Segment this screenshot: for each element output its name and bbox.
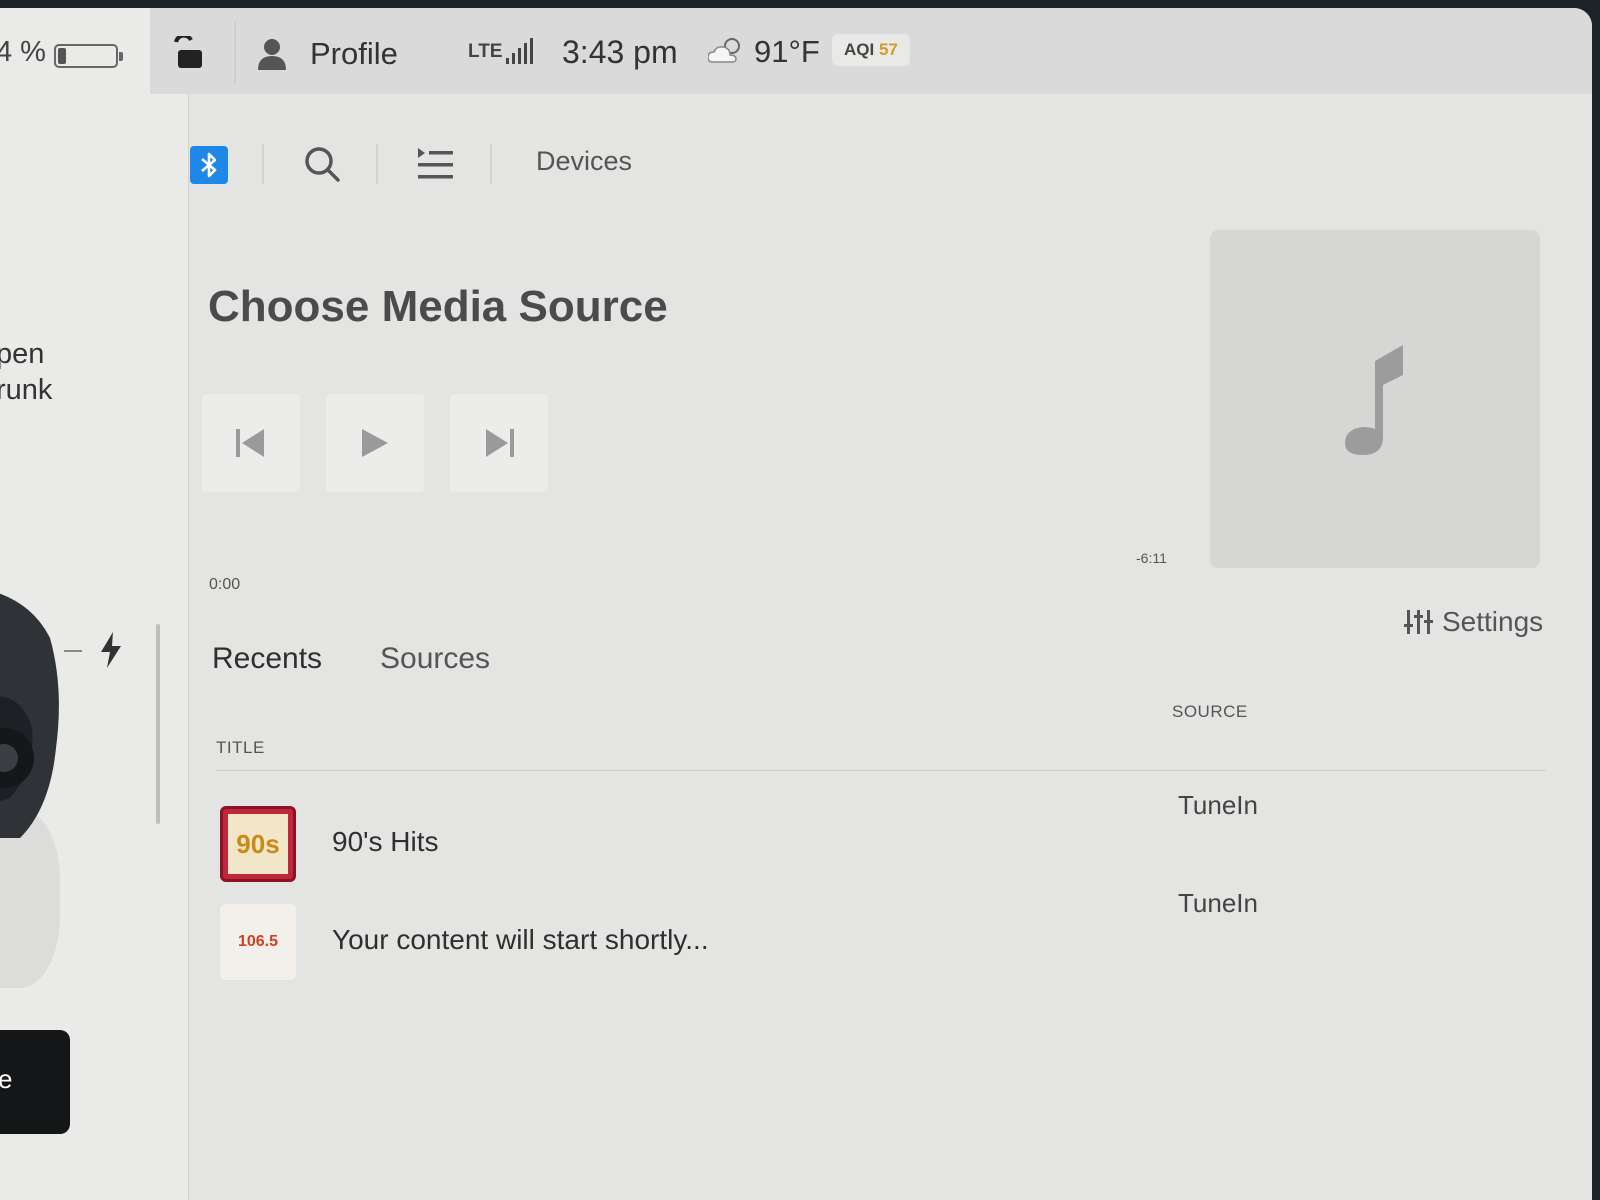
item-title: Your content will start shortly... xyxy=(332,924,709,955)
battery-fill xyxy=(58,48,66,64)
list-item[interactable]: 90s 90's Hits TuneIn xyxy=(220,790,1520,886)
tab-sources[interactable]: Sources xyxy=(380,642,490,676)
skip-previous-icon xyxy=(236,429,264,457)
toolbar-divider xyxy=(376,144,378,184)
item-source: TuneIn xyxy=(1178,790,1258,820)
temperature: 91°F xyxy=(754,34,820,69)
bluetooth-icon xyxy=(201,152,217,178)
music-note-icon xyxy=(1345,345,1403,455)
network-label: LTE xyxy=(468,41,503,62)
car-panel: 4 % pen runk e xyxy=(0,8,189,1200)
status-divider xyxy=(234,22,236,84)
elapsed-time: 0:00 xyxy=(209,576,241,593)
touchscreen: 4 % pen runk e Profile LTE 3:43 pm 91°F … xyxy=(0,8,1592,1200)
item-source: TuneIn xyxy=(1178,888,1258,918)
car-action-button[interactable]: e xyxy=(0,1030,70,1134)
bluetooth-button[interactable] xyxy=(190,146,228,184)
remaining-time: -6:11 xyxy=(1136,550,1167,566)
list-item[interactable]: 106.5 Your content will start shortly...… xyxy=(220,888,1520,984)
play-icon xyxy=(362,429,388,457)
aqi-badge[interactable]: AQI 57 xyxy=(832,34,910,66)
settings-label: Settings xyxy=(1442,606,1544,637)
tab-recents[interactable]: Recents xyxy=(212,642,322,676)
column-header-title: TITLE xyxy=(216,738,265,757)
aqi-value: 57 xyxy=(878,40,898,59)
profile-icon[interactable] xyxy=(258,38,286,70)
previous-button[interactable] xyxy=(202,394,300,492)
skip-next-icon xyxy=(486,429,514,457)
car-image xyxy=(0,593,59,838)
media-player: Devices Choose Media Source 0:00 -6:11 S… xyxy=(190,94,1592,1200)
album-art xyxy=(1210,230,1540,568)
profile-label[interactable]: Profile xyxy=(310,36,398,72)
play-button[interactable] xyxy=(326,394,424,492)
station-logo-106-5: 106.5 xyxy=(220,904,296,980)
unlocked-icon[interactable] xyxy=(170,36,204,70)
station-logo-text: 106.5 xyxy=(237,933,279,950)
search-icon[interactable] xyxy=(302,144,342,184)
column-header-source: SOURCE xyxy=(1172,702,1248,721)
item-title: 90's Hits xyxy=(332,826,439,857)
status-bar: Profile LTE 3:43 pm 91°F AQI 57 xyxy=(150,8,1592,94)
open-trunk-button[interactable]: pen runk xyxy=(0,336,52,408)
panel-scrollbar[interactable] xyxy=(156,624,160,824)
station-logo-text: 90s xyxy=(228,814,288,874)
page-title: Choose Media Source xyxy=(208,282,668,331)
battery-icon xyxy=(54,44,123,68)
audio-settings-button[interactable]: Settings xyxy=(1404,606,1543,638)
car-action-label: e xyxy=(0,1064,13,1094)
clock: 3:43 pm xyxy=(562,34,678,70)
signal-strength-icon xyxy=(506,38,533,64)
toolbar-divider xyxy=(490,144,492,184)
devices-button[interactable]: Devices xyxy=(536,146,632,177)
equalizer-icon xyxy=(1404,610,1433,634)
toolbar-divider xyxy=(262,144,264,184)
next-button[interactable] xyxy=(450,394,548,492)
partly-cloudy-icon xyxy=(708,38,740,63)
header-divider xyxy=(216,770,1546,771)
queue-list-icon[interactable] xyxy=(416,144,456,184)
aqi-label: AQI xyxy=(844,40,875,59)
battery-percent: 4 % xyxy=(0,36,46,68)
station-logo-90s-hits: 90s xyxy=(220,806,296,882)
lightning-bolt-icon[interactable] xyxy=(98,632,124,668)
